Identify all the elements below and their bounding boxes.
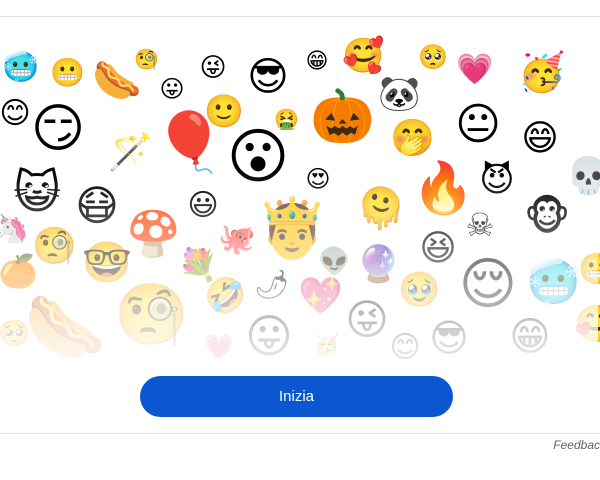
octopus-emoji: 🐙 [218, 222, 256, 257]
pumpkin-emoji: 🎃 [310, 87, 375, 147]
unicorn-emoji: 🦄 [0, 215, 29, 243]
hotdog-emoji: 🌭 [92, 58, 142, 104]
tongue-out-emoji: 😛 [245, 309, 293, 363]
grin-emoji: 😄 [521, 118, 559, 159]
fire-emoji: 🔥 [412, 159, 475, 217]
tongue-out-emoji: 😛 [159, 75, 185, 103]
skull-right-emoji: ☠ [465, 206, 495, 244]
pleading-emoji: 🥺 [0, 319, 31, 349]
party-emoji: 🥳 [518, 50, 566, 94]
cold-face-emoji: 🥶 [526, 257, 581, 308]
cat-emoji: 😺 [13, 165, 61, 219]
hand-mouth-emoji: 🤭 [390, 118, 435, 159]
laugh-emoji: 😆 [419, 228, 457, 269]
hearts-emoji: 😍 [305, 165, 331, 193]
intro-card: 🥶😬🌭🧐😛😜😎😁🥰🥺💗🥳😊😏🎈🙂🤮🎃🐼🤭😐😄🪄😮😺😷🔥😈💀😃😍🫠☠🐵🦄🍄🐙🤴🧐👽… [0, 16, 600, 434]
mushroom-emoji: 🍄 [126, 209, 181, 260]
heart-emoji: 💖 [298, 276, 343, 317]
triangle-emoji: 🫠 [356, 186, 406, 232]
feedback-link[interactable]: Feedback [553, 438, 600, 452]
grinning-emoji: 😬 [50, 56, 85, 89]
crown-emoji: 🤴 [256, 194, 329, 262]
devil-emoji: 😈 [479, 160, 515, 200]
small-grin-emoji: 😁 [305, 49, 329, 74]
party-emoji: 🥳 [314, 333, 339, 357]
flower-crown-emoji: 🥰 [342, 36, 385, 76]
monkey-emoji: 🐵 [524, 194, 571, 240]
start-button[interactable]: Inizia [140, 376, 453, 417]
wand-blob-emoji: 🪄 [108, 132, 153, 173]
chili-emoji: 🌶 [254, 268, 290, 301]
cold-face-emoji: 🥶 [2, 50, 40, 85]
relieved-emoji: 😌 [458, 252, 518, 317]
one-eye-emoji: 🧐 [134, 47, 159, 71]
rofl-emoji: 🤣 [204, 276, 247, 316]
smiling-emoji: 😊 [389, 330, 421, 365]
nerd-emoji: 🤓 [82, 240, 132, 286]
heart-face-emoji: 💗 [204, 333, 234, 361]
monocle-emoji: 🧐 [32, 226, 77, 267]
sunglasses-emoji: 😎 [429, 316, 469, 360]
smiling-emoji: 😊 [0, 96, 31, 131]
emoji-collage: 🥶😬🌭🧐😛😜😎😁🥰🥺💗🥳😊😏🎈🙂🤮🎃🐼🤭😐😄🪄😮😺😷🔥😈💀😃😍🫠☠🐵🦄🍄🐙🤴🧐👽… [0, 17, 600, 367]
small-grin-emoji: 😁 [509, 314, 551, 360]
one-eye-emoji: 🧐 [114, 280, 189, 350]
pleading-emoji: 🥺 [418, 43, 448, 71]
neutral-emoji: 😐 [455, 99, 501, 150]
flower-crown-emoji: 🥰 [574, 307, 600, 343]
big-smirk-emoji: 😏 [30, 99, 86, 159]
orange-emoji: 🍊 [0, 252, 38, 290]
sunglasses-emoji: 😎 [247, 54, 289, 100]
panda-emoji: 🐼 [378, 74, 421, 114]
alien-emoji: 👽 [318, 247, 351, 277]
tear-emoji: 🥹 [398, 270, 441, 310]
emoji-kitchen-page: 🥶😬🌭🧐😛😜😎😁🥰🥺💗🥳😊😏🎈🙂🤮🎃🐼🤭😐😄🪄😮😺😷🔥😈💀😃😍🫠☠🐵🦄🍄🐙🤴🧐👽… [0, 0, 600, 480]
heart-face-emoji: 💗 [456, 52, 494, 87]
grinning-emoji: 😬 [578, 255, 600, 285]
tongue-wink-emoji: 😜 [199, 53, 227, 83]
wow-emoji: 😮 [226, 122, 290, 192]
hotdog-emoji: 🌭 [24, 289, 107, 366]
skull-emoji: 💀 [566, 159, 600, 195]
mask-emoji: 😷 [75, 181, 119, 230]
tongue-wink-emoji: 😜 [345, 295, 389, 344]
beam-emoji: 😃 [187, 188, 219, 223]
crystal-ball-emoji: 🔮 [356, 244, 401, 285]
